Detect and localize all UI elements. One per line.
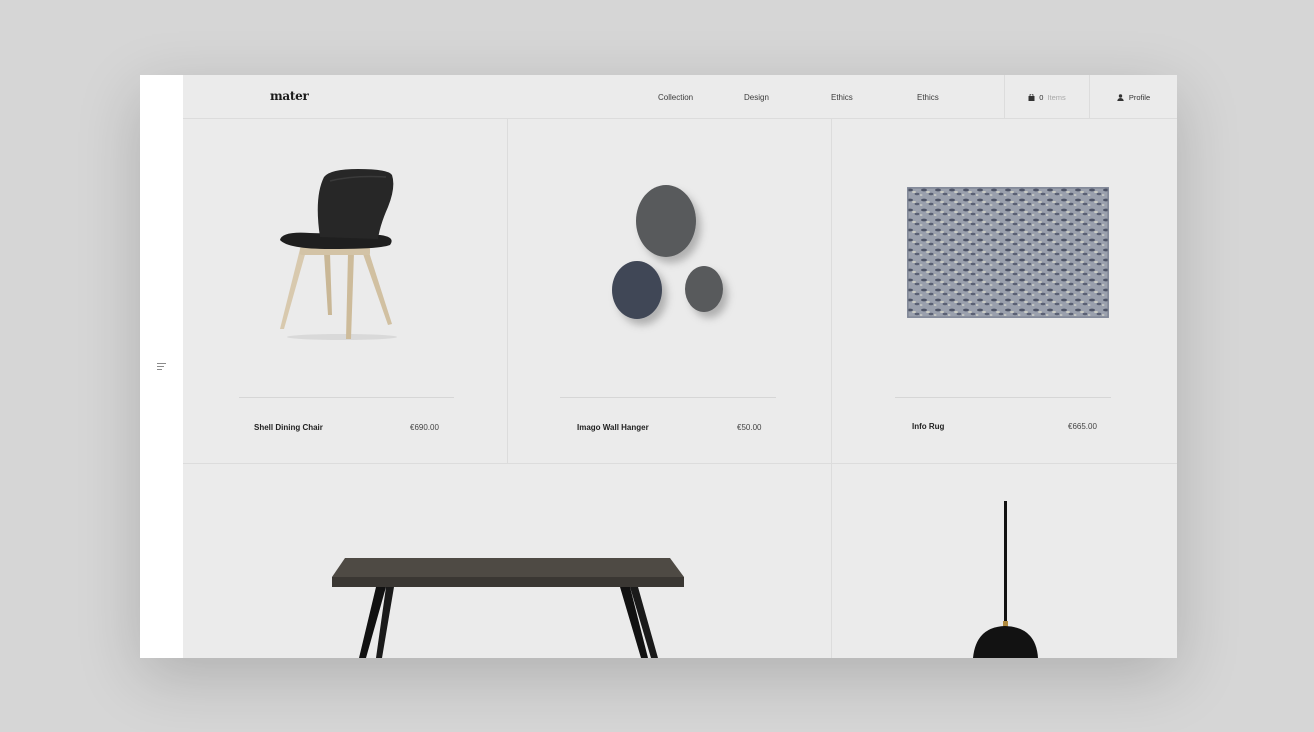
profile-label: Profile [1128,92,1151,102]
nav-ethics[interactable]: Ethics [831,93,853,102]
wall-hanger-image [612,185,723,319]
grid-divider [507,119,508,464]
product-price: €50.00 [737,423,762,432]
product-divider [895,397,1111,398]
product-name[interactable]: Info Rug [912,422,944,431]
product-price: €665.00 [1068,422,1097,431]
cart-count: 0 [1039,92,1044,102]
grid-divider [831,119,832,658]
product-divider [560,397,776,398]
nav-collection[interactable]: Collection [658,93,693,102]
sidebar-rail [140,75,183,658]
nav-design[interactable]: Design [744,93,769,102]
logo[interactable]: mater [270,89,309,103]
product-divider [239,397,454,398]
menu-icon[interactable] [157,363,167,371]
profile-button[interactable]: Profile [1090,75,1177,119]
user-icon [1117,93,1124,101]
browser-window: mater Collection Design Ethics Ethics 0 … [140,75,1177,658]
grid-divider [183,463,1177,464]
cart-label: Items [1047,92,1066,102]
bag-icon [1028,93,1035,101]
product-name[interactable]: Shell Dining Chair [254,423,323,432]
table-image [332,558,684,658]
pendant-lamp-image [973,501,1038,658]
nav-ethics-2[interactable]: Ethics [917,93,939,102]
cart-button[interactable]: 0 Items [1004,75,1090,119]
product-price: €690.00 [410,423,439,432]
product-name[interactable]: Imago Wall Hanger [577,423,649,432]
site-header: mater Collection Design Ethics Ethics 0 … [183,75,1177,119]
chair-image [280,169,397,340]
rug-image [907,187,1109,318]
